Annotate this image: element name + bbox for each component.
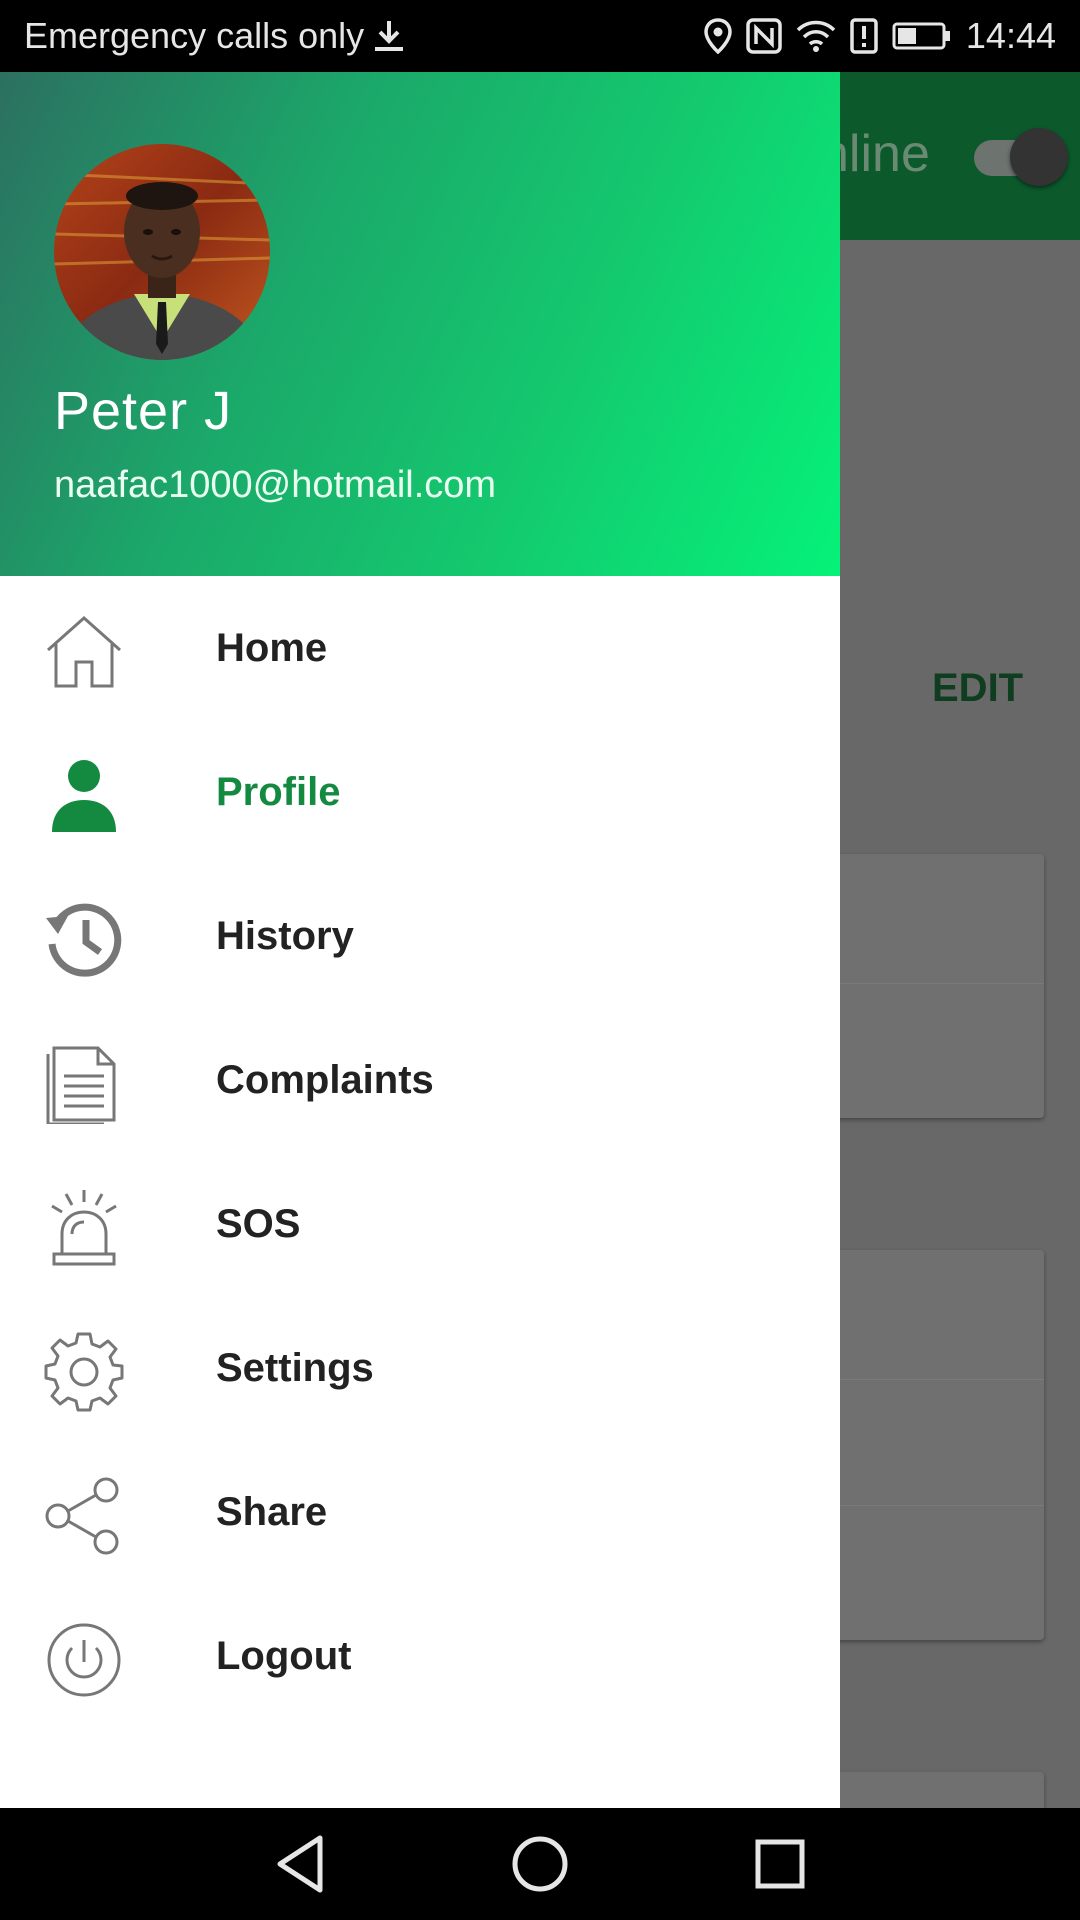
nfc-icon: [746, 18, 782, 54]
menu-item-label: Settings: [216, 1346, 374, 1390]
person-icon: [52, 760, 116, 832]
background-card: [830, 1250, 1044, 1640]
menu-item-label: Profile: [216, 770, 341, 814]
menu-item-label: History: [216, 914, 354, 958]
battery-icon: [892, 22, 950, 50]
menu-item-settings[interactable]: Settings: [0, 1296, 840, 1440]
menu-item-label: Share: [216, 1490, 328, 1534]
menu-item-home[interactable]: Home: [0, 576, 840, 720]
home-icon: [47, 615, 121, 688]
menu-item-label: Home: [216, 626, 328, 670]
location-icon: [704, 18, 732, 54]
background-card: [830, 1772, 1044, 1808]
user-email: naafac1000@hotmail.com: [54, 464, 497, 506]
share-icon: [45, 1477, 119, 1555]
menu-item-label: Logout: [216, 1634, 352, 1678]
history-icon: [46, 903, 122, 977]
menu-item-sos[interactable]: SOS: [0, 1152, 840, 1296]
document-icon: [46, 1046, 116, 1124]
gear-icon: [44, 1332, 124, 1412]
edit-button[interactable]: EDIT: [932, 666, 1023, 711]
menu-item-profile[interactable]: Profile: [0, 720, 840, 864]
wifi-icon: [796, 20, 836, 52]
power-icon: [47, 1623, 121, 1697]
menu-item-complaints[interactable]: Complaints: [0, 1008, 840, 1152]
recents-icon[interactable]: [748, 1832, 812, 1896]
system-nav-bar: [0, 1808, 1080, 1920]
menu-item-logout[interactable]: Logout: [0, 1584, 840, 1728]
alert-icon: [850, 18, 878, 54]
navigation-drawer: Peter J naafac1000@hotmail.com Home Prof…: [0, 72, 840, 1808]
user-name: Peter J: [54, 381, 233, 441]
home-circle-icon[interactable]: [508, 1832, 572, 1896]
clock: 14:44: [965, 15, 1056, 56]
avatar[interactable]: [54, 144, 270, 360]
menu-item-label: SOS: [216, 1202, 301, 1246]
background-card: [830, 854, 1044, 1118]
menu-item-history[interactable]: History: [0, 864, 840, 1008]
download-icon: [375, 21, 404, 51]
back-icon[interactable]: [270, 1832, 334, 1896]
online-toggle[interactable]: [1010, 128, 1068, 186]
carrier-text: Emergency calls only: [24, 15, 365, 56]
status-bar: Emergency calls only 14:44: [0, 0, 1080, 72]
menu-item-share[interactable]: Share: [0, 1440, 840, 1584]
drawer-header: Peter J naafac1000@hotmail.com: [0, 72, 840, 576]
menu-item-label: Complaints: [216, 1058, 434, 1102]
siren-icon: [51, 1190, 117, 1266]
avatar-image: [54, 144, 270, 360]
